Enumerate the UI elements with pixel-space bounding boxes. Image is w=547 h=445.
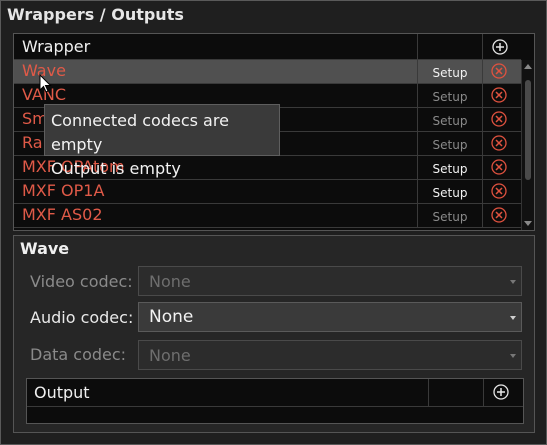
- wrapper-list-scrollbar[interactable]: [521, 60, 534, 230]
- wrapper-row[interactable]: Wave Setup: [14, 60, 521, 84]
- remove-wrapper-icon[interactable]: [491, 207, 507, 223]
- remove-wrapper-icon[interactable]: [491, 111, 507, 127]
- mouse-cursor-icon: [39, 74, 52, 93]
- data-codec-value: None: [149, 346, 191, 365]
- output-list-header: Output: [27, 379, 523, 407]
- scroll-down-arrow-icon[interactable]: [524, 221, 532, 226]
- add-wrapper-icon[interactable]: [492, 39, 508, 55]
- chevron-down-icon: [510, 280, 516, 284]
- setup-button[interactable]: Setup: [417, 180, 483, 204]
- audio-codec-label: Audio codec:: [30, 308, 134, 327]
- scroll-up-arrow-icon[interactable]: [524, 64, 532, 69]
- wrappers-outputs-panel: Wrappers / Outputs Wrapper Wave Setup VANC…: [0, 0, 547, 445]
- tooltip-line-1: Connected codecs are empty: [51, 111, 229, 154]
- remove-wrapper-icon[interactable]: [491, 135, 507, 151]
- remove-wrapper-icon[interactable]: [491, 87, 507, 103]
- setup-button[interactable]: Setup: [417, 204, 483, 228]
- panel-title: Wrappers / Outputs: [7, 5, 184, 24]
- remove-wrapper-icon[interactable]: [491, 63, 507, 79]
- chevron-down-icon: [510, 354, 516, 358]
- data-codec-label: Data codec:: [30, 345, 127, 364]
- setup-button[interactable]: Setup: [417, 132, 483, 156]
- wrapper-row[interactable]: MXF OP1A Setup: [14, 180, 521, 204]
- chevron-down-icon: [510, 316, 516, 320]
- remove-wrapper-icon[interactable]: [491, 159, 507, 175]
- tooltip-line-2: Output is empty: [51, 159, 181, 178]
- video-codec-select[interactable]: None: [138, 266, 522, 296]
- output-column-header: Output: [34, 383, 90, 402]
- video-codec-value: None: [149, 272, 191, 291]
- add-output-icon[interactable]: [493, 384, 509, 400]
- wrapper-list-header: Wrapper: [14, 34, 521, 60]
- setup-column-header: [417, 34, 483, 60]
- setup-button[interactable]: Setup: [417, 108, 483, 132]
- setup-button[interactable]: Setup: [417, 84, 483, 108]
- wrapper-column-header: Wrapper: [22, 37, 91, 56]
- detail-title: Wave: [20, 239, 70, 258]
- output-list: Output: [26, 378, 524, 424]
- audio-codec-value: None: [149, 307, 194, 327]
- wrapper-name[interactable]: MXF OP1A: [22, 181, 104, 200]
- remove-wrapper-icon[interactable]: [491, 183, 507, 199]
- tooltip: Connected codecs are empty Output is emp…: [44, 104, 280, 178]
- output-setup-column: [428, 379, 484, 407]
- scroll-thumb[interactable]: [525, 80, 531, 180]
- wrapper-name[interactable]: Ra: [22, 133, 43, 152]
- data-codec-select[interactable]: None: [138, 340, 522, 370]
- wrapper-name[interactable]: MXF AS02: [22, 205, 103, 224]
- video-codec-label: Video codec:: [30, 272, 133, 291]
- wrapper-row[interactable]: MXF AS02 Setup: [14, 204, 521, 228]
- audio-codec-select[interactable]: None: [138, 302, 522, 332]
- setup-button[interactable]: Setup: [417, 156, 483, 180]
- wrapper-detail-pane: Wave Video codec: None Audio codec: None…: [13, 235, 535, 433]
- setup-button[interactable]: Setup: [417, 60, 483, 84]
